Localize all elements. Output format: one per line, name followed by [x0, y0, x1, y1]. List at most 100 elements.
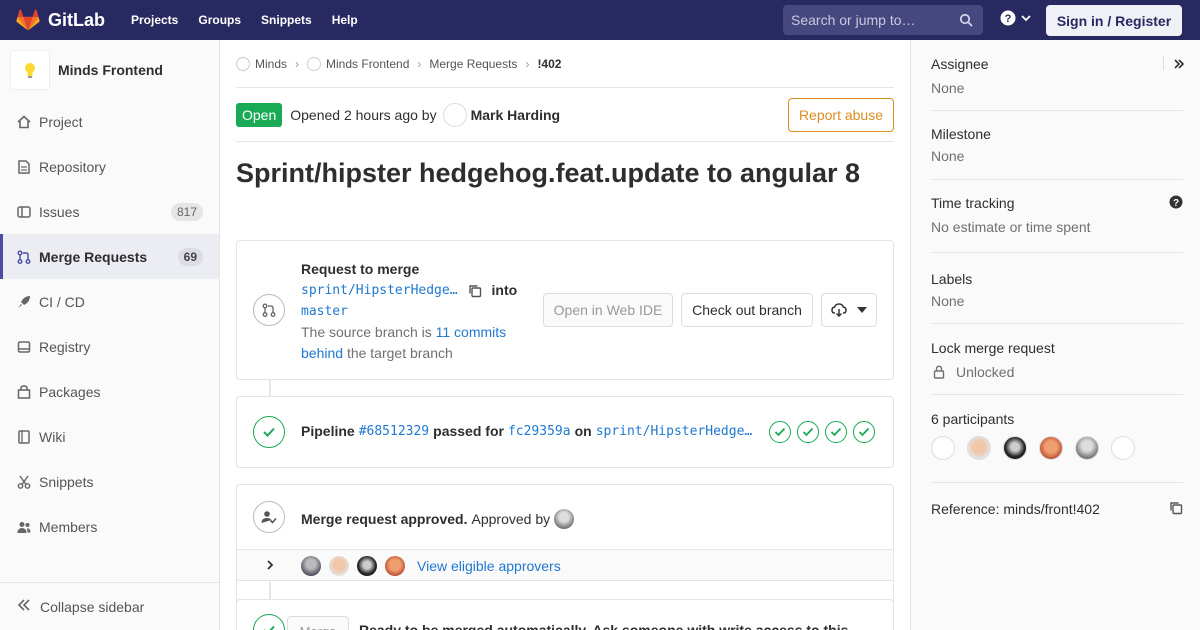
- open-web-ide-button[interactable]: Open in Web IDE: [543, 293, 673, 327]
- nav-link-snippets[interactable]: Snippets: [261, 13, 312, 27]
- stage-passed-icon[interactable]: [769, 421, 791, 443]
- copy-icon[interactable]: [468, 284, 482, 298]
- breadcrumb: Minds › Minds Frontend › Merge Requests …: [236, 40, 894, 88]
- chevron-right-icon: ›: [417, 56, 422, 71]
- avatar[interactable]: [1039, 436, 1063, 460]
- merge-button[interactable]: Merge: [287, 616, 349, 630]
- sidebar-item-project[interactable]: Project: [0, 99, 219, 144]
- sidebar-item-label: Issues: [39, 203, 80, 220]
- time-tracking-block: Time tracking No estimate or time spent …: [931, 195, 1183, 235]
- breadcrumb-item-current[interactable]: !402: [537, 57, 561, 71]
- approvers-row: View eligible approvers: [237, 549, 893, 581]
- collapse-sidebar-button[interactable]: Collapse sidebar: [0, 582, 219, 630]
- breadcrumb-item-group[interactable]: Minds: [236, 56, 287, 71]
- divider: [931, 394, 1183, 395]
- nav-link-help[interactable]: Help: [332, 13, 358, 27]
- collapse-sidebar-label: Collapse sidebar: [40, 598, 145, 615]
- avatar[interactable]: [967, 436, 991, 460]
- approver-avatars: View eligible approvers: [301, 556, 561, 576]
- sidebar-item-merge-requests[interactable]: Merge Requests 69: [0, 234, 219, 279]
- sidebar-item-packages[interactable]: Packages: [0, 369, 219, 414]
- sidebar-item-repository[interactable]: Repository: [0, 144, 219, 189]
- scissors-icon: [16, 474, 32, 490]
- avatar[interactable]: [357, 556, 377, 576]
- pipeline-text: Pipeline #68512329 passed for fc29359a o…: [301, 423, 752, 439]
- sign-in-button[interactable]: Sign in / Register: [1046, 5, 1182, 36]
- stage-passed-icon[interactable]: [797, 421, 819, 443]
- download-dropdown-button[interactable]: [821, 293, 877, 327]
- avatar[interactable]: [1111, 436, 1135, 460]
- sidebar-item-label: Project: [39, 113, 83, 130]
- breadcrumb-item-merge-requests[interactable]: Merge Requests: [429, 57, 517, 71]
- labels-block: Labels None: [931, 271, 1183, 309]
- lock-value: Unlocked: [956, 364, 1015, 380]
- approved-status: Merge request approved.: [301, 511, 468, 527]
- nav-links: Projects Groups Snippets Help: [131, 13, 378, 27]
- avatar[interactable]: [554, 509, 575, 529]
- milestone-block: Milestone None: [931, 126, 1183, 164]
- breadcrumb-item-project[interactable]: Minds Frontend: [307, 56, 410, 71]
- disk-icon: [16, 339, 32, 355]
- avatar[interactable]: [1003, 436, 1027, 460]
- project-avatar-small: [307, 56, 322, 71]
- avatar[interactable]: [1075, 436, 1099, 460]
- sidebar-item-issues[interactable]: Issues 817: [0, 189, 219, 234]
- divider: [931, 179, 1183, 180]
- collapse-right-sidebar-icon[interactable]: [1173, 57, 1185, 73]
- view-eligible-approvers-link[interactable]: View eligible approvers: [417, 558, 561, 574]
- stage-passed-icon[interactable]: [825, 421, 847, 443]
- nav-link-projects[interactable]: Projects: [131, 13, 178, 27]
- pipeline-widget: Pipeline #68512329 passed for fc29359a o…: [236, 396, 894, 468]
- sidebar-item-ci-cd[interactable]: CI / CD: [0, 279, 219, 324]
- nav-link-groups[interactable]: Groups: [198, 13, 241, 27]
- pipeline-id-link[interactable]: #68512329: [359, 424, 429, 439]
- copy-icon[interactable]: [1169, 501, 1183, 518]
- participants-title: 6 participants: [931, 411, 1015, 427]
- page-title: Sprint/hipster hedgehog.feat.update to a…: [236, 158, 861, 188]
- stage-passed-icon[interactable]: [853, 421, 875, 443]
- search-input[interactable]: [791, 12, 951, 28]
- avatar[interactable]: [329, 556, 349, 576]
- gitlab-logo[interactable]: GitLab: [16, 0, 105, 40]
- project-header[interactable]: Minds Frontend: [0, 40, 219, 100]
- help-dropdown[interactable]: ?: [1000, 10, 1032, 26]
- issues-count-badge: 817: [170, 202, 203, 221]
- participants-list: [931, 436, 1183, 460]
- chevron-down-icon: [1021, 15, 1031, 22]
- divider: [931, 323, 1183, 324]
- merge-info-text: Request to merge sprint/HipsterHedge… in…: [301, 259, 531, 364]
- merge-request-icon: [16, 249, 32, 265]
- group-avatar: [236, 56, 250, 71]
- avatar[interactable]: [931, 436, 955, 460]
- target-branch-link[interactable]: master: [301, 301, 531, 322]
- divider: [1163, 56, 1164, 70]
- avatar[interactable]: [301, 556, 321, 576]
- sidebar-item-registry[interactable]: Registry: [0, 324, 219, 369]
- expand-chevron-right-icon[interactable]: [265, 558, 275, 574]
- pipeline-branch-link[interactable]: sprint/HipsterHedge…: [596, 424, 753, 439]
- avatar[interactable]: [442, 102, 467, 127]
- sidebar-item-label: CI / CD: [39, 293, 85, 310]
- sidebar-item-wiki[interactable]: Wiki: [0, 414, 219, 459]
- merge-request-status-icon: [253, 294, 285, 326]
- status-success-icon: [253, 614, 285, 630]
- ready-to-merge-text: Ready to be merged automatically. Ask so…: [359, 622, 849, 630]
- package-icon: [16, 384, 32, 400]
- question-circle-icon[interactable]: ?: [1169, 195, 1183, 212]
- commit-sha-link[interactable]: fc29359a: [508, 424, 571, 439]
- breadcrumb-label: Minds Frontend: [326, 56, 410, 71]
- sidebar-item-label: Members: [39, 518, 98, 535]
- source-branch-link[interactable]: sprint/HipsterHedge…: [301, 280, 458, 301]
- approval-status-icon: [253, 501, 285, 533]
- author-name[interactable]: Mark Harding: [471, 107, 560, 123]
- sidebar-item-label: Repository: [39, 158, 106, 175]
- report-abuse-button[interactable]: Report abuse: [787, 98, 894, 132]
- status-success-icon[interactable]: [253, 416, 285, 448]
- behind-suffix: the target branch: [346, 345, 453, 361]
- check-out-branch-button[interactable]: Check out branch: [681, 293, 813, 327]
- sidebar-item-snippets[interactable]: Snippets: [0, 459, 219, 504]
- labels-value: None: [931, 293, 965, 309]
- sidebar-item-members[interactable]: Members: [0, 504, 219, 549]
- avatar[interactable]: [385, 556, 405, 576]
- search-icon: [959, 13, 973, 27]
